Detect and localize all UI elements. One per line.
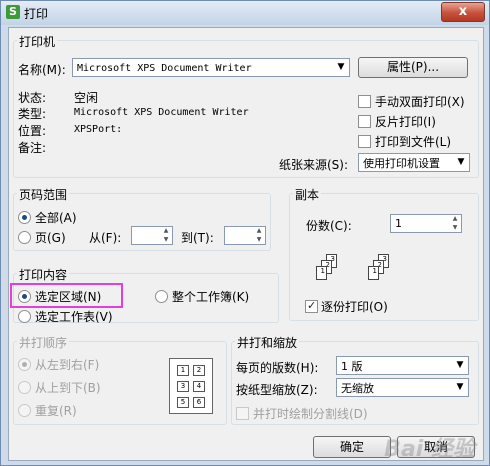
scale-value: 无缩放 [341,382,374,395]
copies-count-input[interactable]: 1 ▲ ▼ [390,214,462,233]
pages-per-sheet-label: 每页的版数(H): [236,361,319,375]
preview-cell: 4 [193,381,205,392]
draw-borders-label[interactable]: 并打时绘制分割线(D) [253,405,368,422]
printer-name-select[interactable]: Microsoft XPS Document Writer ▼ [72,58,350,77]
print-to-file-label[interactable]: 打印到文件(L) [375,133,451,150]
title-bar[interactable]: S 打印 x [1,1,489,25]
ok-button-label: 确定 [339,440,364,454]
reverse-print-checkbox[interactable] [358,115,371,128]
comment-label: 备注: [18,141,47,155]
chevron-down-icon: ▼ [337,62,345,72]
properties-button-label: 属性(P)... [386,60,440,74]
top-to-bottom-label[interactable]: 从上到下(B) [35,379,101,396]
copies-title: 副本 [293,186,322,203]
status-value: 空闲 [74,91,99,105]
location-label: 位置: [18,124,47,138]
workbook-radio[interactable] [155,290,168,303]
spin-up-icon[interactable]: ▲ [160,227,172,235]
range-to-label: 到(T): [181,231,214,245]
range-pages-label[interactable]: 页(G) [35,229,66,246]
selection-radio[interactable] [18,290,31,303]
copies-count-value: 1 [395,217,402,230]
range-from-label: 从(F): [89,231,122,245]
workbook-label[interactable]: 整个工作簿(K) [172,288,249,305]
collate-order-title: 并打顺序 [17,334,70,351]
range-pages-radio[interactable] [18,231,31,244]
print-dialog: S 打印 x 打印机 名称(M): Microsoft XPS Document… [0,0,490,466]
reverse-print-label[interactable]: 反片打印(I) [375,113,436,130]
repeat-label[interactable]: 重复(R) [35,402,77,419]
spin-down-icon[interactable]: ▼ [160,236,172,244]
draw-borders-checkbox[interactable] [236,407,249,420]
top-to-bottom-radio[interactable] [18,381,31,394]
worksheet-radio[interactable] [18,310,31,323]
copies-count-label: 份数(C): [306,219,352,233]
worksheet-label[interactable]: 选定工作表(V) [35,308,113,325]
page-icon: 1 [368,266,379,280]
dialog-body: 打印机 名称(M): Microsoft XPS Document Writer… [8,27,484,461]
scale-select[interactable]: 无缩放 ▼ [336,378,469,397]
paper-source-label: 纸张来源(S): [279,158,349,172]
collate-stack-1-icon: 3 2 1 [312,254,346,288]
paper-source-select[interactable]: 使用打印机设置 ▼ [358,153,470,172]
preview-cell: 6 [193,397,205,408]
manual-duplex-checkbox[interactable] [358,95,371,108]
location-value: XPSPort: [74,124,123,135]
preview-cell: 3 [177,381,189,392]
collate-order-preview: 1 2 3 4 5 6 [169,358,213,414]
printer-name-label: 名称(M): [18,63,66,77]
collate-stack-2-icon: 3 2 1 [364,254,398,288]
pages-per-sheet-value: 1 版 [341,360,363,373]
scale-label: 按纸型缩放(Z): [236,383,318,397]
spin-down-icon[interactable]: ▼ [449,224,461,232]
watermark: Bai 经验 [384,437,475,462]
preview-cell: 1 [177,365,189,376]
type-label: 类型: [18,107,47,121]
range-from-input[interactable]: ▲ ▼ [131,226,173,245]
range-all-label[interactable]: 全部(A) [35,209,77,226]
preview-cell: 5 [177,397,189,408]
page-icon: 1 [316,266,327,280]
print-content-title: 打印内容 [17,266,70,283]
close-button[interactable]: x [441,2,485,22]
properties-button[interactable]: 属性(P)... [358,57,468,78]
range-all-radio[interactable] [18,211,31,224]
pages-per-sheet-select[interactable]: 1 版 ▼ [336,356,469,375]
preview-cell: 2 [193,365,205,376]
chevron-down-icon: ▼ [457,157,465,167]
chevron-down-icon: ▼ [456,360,464,370]
type-value: Microsoft XPS Document Writer [74,107,249,118]
selection-label[interactable]: 选定区域(N) [35,288,101,305]
manual-duplex-label[interactable]: 手动双面打印(X) [375,93,465,110]
spin-up-icon[interactable]: ▲ [449,215,461,223]
repeat-radio[interactable] [18,404,31,417]
scaling-title: 并打和缩放 [235,334,300,351]
spin-up-icon[interactable]: ▲ [253,227,265,235]
range-to-input[interactable]: ▲ ▼ [224,226,266,245]
printer-group-title: 打印机 [17,33,58,50]
print-to-file-checkbox[interactable] [358,135,371,148]
printer-name-value: Microsoft XPS Document Writer [77,63,252,74]
left-to-right-label[interactable]: 从左到右(F) [35,356,99,373]
spin-down-icon[interactable]: ▼ [253,236,265,244]
app-icon: S [6,5,20,19]
page-range-title: 页码范围 [17,186,70,203]
window-title: 打印 [24,7,49,21]
left-to-right-radio[interactable] [18,358,31,371]
chevron-down-icon: ▼ [456,382,464,392]
collate-checkbox[interactable] [305,299,318,313]
collate-label[interactable]: 逐份打印(O) [321,298,388,315]
ok-button[interactable]: 确定 [313,436,391,458]
paper-source-value: 使用打印机设置 [363,157,440,170]
status-label: 状态: [18,91,47,105]
